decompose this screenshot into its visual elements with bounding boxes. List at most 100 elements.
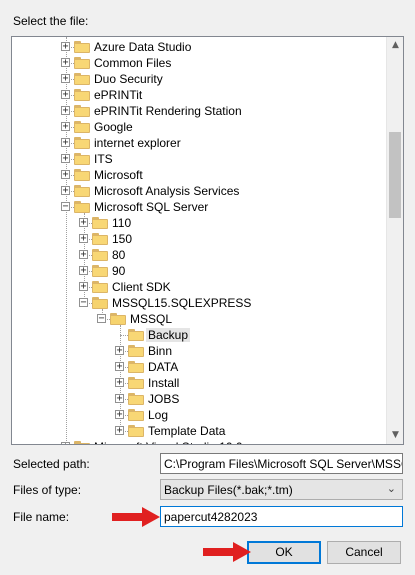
tree-item-label: 80 bbox=[112, 248, 126, 262]
tree-item-label: internet explorer bbox=[94, 136, 181, 150]
tree-item-label: Azure Data Studio bbox=[94, 40, 192, 54]
files-of-type-value: Backup Files(*.bak;*.tm) bbox=[164, 483, 293, 497]
tree-item-label: 150 bbox=[112, 232, 133, 246]
tree-item-label: Microsoft bbox=[94, 168, 143, 182]
folder-tree-rows: + Azure Data Studio + Common Files + Duo Secu… bbox=[12, 37, 387, 444]
ok-button[interactable]: OK bbox=[247, 541, 321, 564]
scroll-thumb[interactable] bbox=[389, 132, 401, 219]
tree-item[interactable]: + Template Data bbox=[12, 423, 372, 439]
tree-item[interactable]: + Common Files bbox=[12, 55, 372, 71]
expand-icon[interactable]: + bbox=[61, 58, 70, 68]
tree-item[interactable]: + Microsoft bbox=[12, 167, 372, 183]
tree-item[interactable]: + DATA bbox=[12, 359, 372, 375]
expand-icon[interactable]: + bbox=[61, 442, 70, 444]
files-of-type-select[interactable]: Backup Files(*.bak;*.tm) ⌄ bbox=[160, 479, 403, 500]
tree-item[interactable]: + Log bbox=[12, 407, 372, 423]
folder-icon bbox=[74, 169, 90, 181]
tree-item-label: Duo Security bbox=[94, 72, 163, 86]
expand-icon[interactable]: + bbox=[79, 266, 88, 276]
tree-item[interactable]: − Microsoft SQL Server bbox=[12, 199, 372, 215]
tree-item-label: Microsoft SQL Server bbox=[94, 200, 209, 214]
folder-tree[interactable]: + Azure Data Studio + Common Files + Duo Secu… bbox=[11, 36, 404, 445]
tree-item[interactable]: +150 bbox=[12, 231, 372, 247]
expand-icon[interactable]: + bbox=[79, 282, 88, 292]
tree-item[interactable]: + ePRINTit bbox=[12, 87, 372, 103]
tree-item[interactable]: + Duo Security bbox=[12, 71, 372, 87]
collapse-icon[interactable]: − bbox=[61, 202, 70, 212]
tree-item-label: Google bbox=[94, 120, 133, 134]
expand-icon[interactable]: + bbox=[61, 138, 70, 148]
folder-open-icon bbox=[74, 201, 90, 213]
tree-item-label: Log bbox=[148, 408, 169, 422]
folder-icon bbox=[92, 281, 108, 293]
tree-item[interactable]: +110 bbox=[12, 215, 372, 231]
selected-path-label: Selected path: bbox=[13, 457, 90, 471]
tree-item[interactable]: +90 bbox=[12, 263, 372, 279]
collapse-icon[interactable]: − bbox=[97, 314, 106, 324]
folder-icon bbox=[92, 217, 108, 229]
tree-item-label: Binn bbox=[148, 344, 173, 358]
folder-icon bbox=[92, 233, 108, 245]
tree-item-label: Install bbox=[148, 376, 180, 390]
expand-icon[interactable]: + bbox=[79, 234, 88, 244]
tree-item-label: DATA bbox=[148, 360, 179, 374]
folder-icon bbox=[92, 265, 108, 277]
expand-icon[interactable]: + bbox=[61, 122, 70, 132]
folder-icon bbox=[74, 121, 90, 133]
file-name-input[interactable]: papercut4282023 bbox=[160, 506, 403, 527]
folder-icon bbox=[74, 57, 90, 69]
expand-icon[interactable]: + bbox=[79, 218, 88, 228]
expand-icon[interactable]: + bbox=[115, 378, 124, 388]
folder-icon bbox=[74, 441, 90, 444]
annotation-arrow-ok bbox=[203, 542, 251, 562]
tree-item-label: ePRINTit Rendering Station bbox=[94, 104, 242, 118]
folder-icon bbox=[74, 73, 90, 85]
folder-open-icon bbox=[110, 313, 126, 325]
expand-icon[interactable]: + bbox=[115, 426, 124, 436]
expand-icon[interactable]: + bbox=[61, 74, 70, 84]
expand-icon[interactable]: + bbox=[61, 186, 70, 196]
select-file-label: Select the file: bbox=[13, 14, 89, 28]
folder-icon bbox=[128, 345, 144, 357]
cancel-button[interactable]: Cancel bbox=[327, 541, 401, 564]
selected-path-field[interactable]: C:\Program Files\Microsoft SQL Server\MS… bbox=[160, 453, 403, 474]
tree-item[interactable]: − MSSQL bbox=[12, 311, 372, 327]
expand-icon[interactable]: + bbox=[115, 410, 124, 420]
expand-icon[interactable]: + bbox=[115, 394, 124, 404]
tree-item[interactable]: + Microsoft Visual Studio 10.0 bbox=[12, 439, 372, 444]
tree-item[interactable]: + Binn bbox=[12, 343, 372, 359]
tree-item[interactable]: +80 bbox=[12, 247, 372, 263]
tree-item[interactable]: + Client SDK bbox=[12, 279, 372, 295]
tree-item-label: Client SDK bbox=[112, 280, 171, 294]
expand-icon[interactable]: + bbox=[61, 154, 70, 164]
vertical-scrollbar[interactable]: ▲ ▼ bbox=[386, 37, 403, 444]
tree-item[interactable]: − MSSQL15.SQLEXPRESS bbox=[12, 295, 372, 311]
tree-item-label: Template Data bbox=[148, 424, 226, 438]
expand-icon[interactable]: + bbox=[61, 170, 70, 180]
tree-item[interactable]: + ITS bbox=[12, 151, 372, 167]
expand-icon[interactable]: + bbox=[61, 106, 70, 116]
tree-item[interactable]: + Google bbox=[12, 119, 372, 135]
tree-item-label: MSSQL15.SQLEXPRESS bbox=[112, 296, 252, 310]
tree-item[interactable]: + internet explorer bbox=[12, 135, 372, 151]
expand-icon[interactable]: + bbox=[115, 362, 124, 372]
tree-item[interactable]: + ePRINTit Rendering Station bbox=[12, 103, 372, 119]
expand-icon[interactable]: + bbox=[79, 250, 88, 260]
tree-item[interactable]: Backup bbox=[12, 327, 372, 343]
tree-item[interactable]: + Azure Data Studio bbox=[12, 39, 372, 55]
tree-item[interactable]: + JOBS bbox=[12, 391, 372, 407]
expand-icon[interactable]: + bbox=[115, 346, 124, 356]
folder-icon bbox=[128, 361, 144, 373]
expand-icon[interactable]: + bbox=[61, 90, 70, 100]
tree-item-label: ePRINTit bbox=[94, 88, 143, 102]
collapse-icon[interactable]: − bbox=[79, 298, 88, 308]
scroll-up-icon[interactable]: ▲ bbox=[387, 37, 403, 54]
tree-item[interactable]: + Install bbox=[12, 375, 372, 391]
tree-item[interactable]: + Microsoft Analysis Services bbox=[12, 183, 372, 199]
chevron-down-icon: ⌄ bbox=[386, 483, 396, 495]
expand-icon[interactable]: + bbox=[61, 42, 70, 52]
tree-item-label: Microsoft Analysis Services bbox=[94, 184, 240, 198]
folder-icon bbox=[128, 329, 144, 341]
folder-icon bbox=[74, 153, 90, 165]
scroll-down-icon[interactable]: ▼ bbox=[387, 427, 403, 444]
